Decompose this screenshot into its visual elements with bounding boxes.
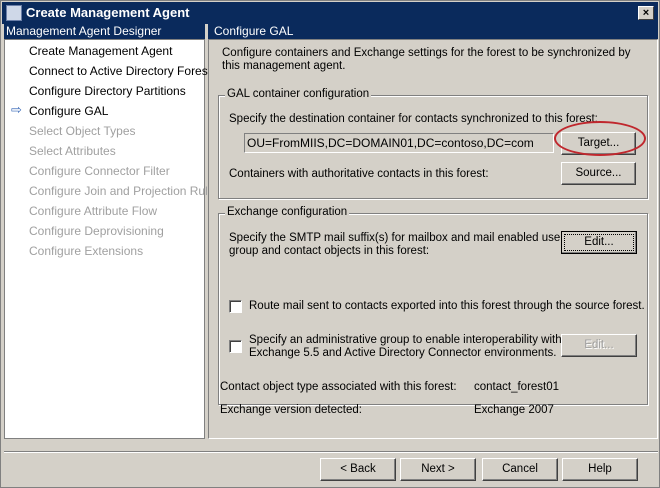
cancel-label: Cancel	[502, 463, 538, 475]
exchange-group: Exchange configuration Specify the SMTP …	[218, 206, 648, 405]
step-item[interactable]: Configure GAL	[29, 104, 108, 118]
step-item: Configure Extensions	[29, 244, 144, 258]
back-button[interactable]: < Back	[320, 458, 396, 481]
source-button[interactable]: Source...	[561, 162, 636, 185]
configure-gal-pane: Configure containers and Exchange settin…	[208, 39, 658, 439]
edit2-label: Edit...	[584, 339, 614, 351]
next-button[interactable]: Next >	[400, 458, 476, 481]
title-bar: Create Management Agent ×	[2, 2, 658, 24]
exchange-version-label: Exchange version detected:	[220, 404, 362, 416]
next-label: Next >	[421, 463, 455, 475]
app-icon	[6, 5, 22, 21]
gal-group-title: GAL container configuration	[225, 88, 372, 100]
cancel-button[interactable]: Cancel	[482, 458, 558, 481]
step-item[interactable]: Configure Directory Partitions	[29, 84, 186, 98]
intro-text-1: Configure containers and Exchange settin…	[222, 47, 631, 59]
destination-container-field[interactable]: OU=FromMIIS,DC=DOMAIN01,DC=contoso,DC=co…	[244, 133, 554, 153]
designer-steps: ⇨ Create Management Agent Connect to Acti…	[4, 39, 220, 439]
help-button[interactable]: Help	[562, 458, 638, 481]
step-item: Configure Join and Projection Rules	[29, 184, 221, 198]
page-header: Configure GAL	[208, 24, 658, 39]
admin-group-checkbox[interactable]	[229, 340, 242, 353]
smtp-label-1: Specify the SMTP mail suffix(s) for mail…	[229, 232, 567, 244]
window-title: Create Management Agent	[26, 5, 190, 20]
smtp-edit-button[interactable]: Edit...	[561, 231, 637, 254]
smtp-label-2: group and contact objects in this forest…	[229, 245, 430, 257]
close-button[interactable]: ×	[638, 6, 654, 20]
step-item: Configure Connector Filter	[29, 164, 170, 178]
step-item[interactable]: Connect to Active Directory Forest	[29, 64, 211, 78]
destination-label: Specify the destination container for co…	[229, 113, 598, 125]
create-management-agent-window: Create Management Agent × Management Age…	[0, 0, 660, 488]
admin-edit-button[interactable]: Edit...	[561, 334, 637, 357]
designer-header: Management Agent Designer	[4, 24, 205, 39]
highlight-annotation	[554, 121, 646, 156]
step-item: Select Object Types	[29, 124, 136, 138]
admin-group-label-2[interactable]: Exchange 5.5 and Active Directory Connec…	[249, 347, 556, 359]
exchange-group-title: Exchange configuration	[225, 206, 350, 218]
current-step-arrow-icon: ⇨	[11, 102, 22, 117]
exchange-version-value: Exchange 2007	[474, 404, 554, 416]
step-item[interactable]: Create Management Agent	[29, 44, 172, 58]
step-item: Configure Deprovisioning	[29, 224, 164, 238]
edit-label: Edit...	[584, 236, 614, 248]
help-label: Help	[588, 463, 612, 475]
contact-type-label: Contact object type associated with this…	[220, 381, 457, 393]
route-mail-checkbox[interactable]	[229, 300, 242, 313]
step-item: Select Attributes	[29, 144, 116, 158]
separator	[4, 451, 658, 453]
route-mail-label[interactable]: Route mail sent to contacts exported int…	[249, 300, 645, 312]
source-label: Source...	[575, 167, 622, 179]
contact-type-value: contact_forest01	[474, 381, 560, 393]
step-item: Configure Attribute Flow	[29, 204, 158, 218]
admin-group-label-1[interactable]: Specify an administrative group to enabl…	[249, 334, 562, 346]
back-label: < Back	[340, 463, 376, 475]
intro-text-2: this management agent.	[222, 60, 346, 72]
authoritative-label: Containers with authoritative contacts i…	[229, 168, 489, 180]
